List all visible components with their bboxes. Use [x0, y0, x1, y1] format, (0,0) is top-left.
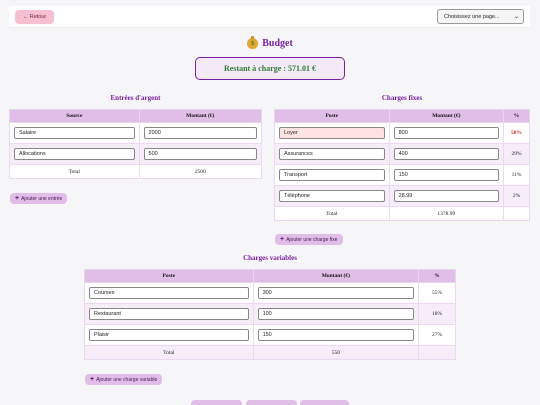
bottom-action-button[interactable]	[300, 400, 349, 405]
entrees-table: Source Montant (€) Salaire 2000 Allocati…	[9, 109, 263, 179]
source-input[interactable]: Salaire	[14, 127, 135, 139]
column-header: %	[418, 269, 456, 283]
table-header-row: Poste Montant (€) %	[84, 269, 456, 283]
bottom-action-button[interactable]	[246, 400, 297, 405]
percent-value: 58%	[503, 122, 530, 144]
plus-icon: +	[90, 376, 95, 383]
column-header: Poste	[84, 269, 254, 283]
add-fixed-charge-button[interactable]: + Ajouter une charge fixe	[275, 234, 343, 245]
table-header-row: Source Montant (€)	[9, 109, 263, 123]
amount-input[interactable]: 2000	[143, 127, 257, 139]
top-bar: ← Retour Choisissez une page... ⌄	[9, 6, 530, 28]
column-header: Source	[9, 109, 140, 123]
source-input[interactable]: Allocations	[14, 148, 135, 160]
add-variable-charge-label: Ajouter une charge variable	[96, 376, 158, 383]
poste-input[interactable]: Loyer	[279, 127, 385, 139]
table-row: Restaurant 100 18%	[84, 303, 456, 325]
percent-value: 27%	[418, 324, 456, 346]
table-row: Salaire 2000	[9, 122, 263, 144]
amount-input[interactable]: 150	[393, 169, 500, 181]
page-title-text: Budget	[262, 38, 293, 49]
table-row: Courses 300 55%	[84, 282, 456, 304]
add-variable-charge-button[interactable]: + Ajouter une charge variable	[85, 374, 163, 385]
total-row: Total 550	[84, 345, 456, 360]
amount-input[interactable]: 400	[393, 148, 500, 160]
section-title-fixes: Charges fixes	[381, 94, 423, 102]
percent-value: 18%	[418, 303, 456, 325]
page-select-value: Choisissez une page...	[444, 13, 500, 20]
fixes-table: Poste Montant (€) % Loyer 800 58% Assura…	[274, 109, 530, 221]
percent-value: 55%	[418, 282, 456, 304]
total-value: 2500	[138, 164, 263, 179]
page-title: $ Budget	[0, 36, 540, 49]
poste-input[interactable]: Restaurant	[89, 308, 249, 320]
table-row: Allocations 500	[9, 143, 263, 165]
amount-input[interactable]: 500	[143, 148, 257, 160]
plus-icon: +	[280, 236, 285, 243]
section-title-entrees: Entrées d'argent	[110, 94, 161, 102]
poste-input[interactable]: Assurances	[279, 148, 385, 160]
total-value: 1378.99	[388, 206, 505, 221]
total-row: Total 1378.99	[274, 206, 530, 221]
add-entry-label: Ajouter une entrée	[21, 195, 63, 202]
poste-input[interactable]: Transport	[279, 169, 385, 181]
remaining-balance: Restant à charge : 571.01 €	[195, 57, 345, 80]
bottom-action-button[interactable]	[191, 400, 242, 405]
poste-input[interactable]: Plaisir	[89, 329, 249, 341]
amount-input[interactable]: 28.99	[393, 190, 500, 202]
total-value: 550	[252, 345, 420, 360]
column-header: %	[503, 109, 530, 123]
back-button[interactable]: ← Retour	[15, 10, 54, 24]
money-bag-icon: $	[247, 36, 259, 49]
table-row: Plaisir 150 27%	[84, 324, 456, 346]
percent-value: 2%	[503, 185, 530, 207]
page-select[interactable]: Choisissez une page... ⌄	[437, 9, 524, 24]
percent-value: 11%	[503, 164, 530, 186]
total-row: Total 2500	[9, 164, 263, 179]
amount-input[interactable]: 300	[257, 287, 415, 299]
add-entry-button[interactable]: + Ajouter une entrée	[10, 193, 68, 204]
amount-input[interactable]: 150	[257, 329, 415, 341]
variables-table: Poste Montant (€) % Courses 300 55% Rest…	[84, 269, 456, 360]
column-header: Montant (€)	[388, 109, 505, 123]
column-header: Montant (€)	[252, 269, 420, 283]
column-header: Poste	[274, 109, 390, 123]
table-row: Téléphone 28.99 2%	[274, 185, 530, 207]
column-header: Montant (€)	[138, 109, 263, 123]
table-row: Assurances 400 29%	[274, 143, 530, 165]
table-header-row: Poste Montant (€) %	[274, 109, 530, 123]
section-title-variables: Charges variables	[243, 254, 297, 262]
add-fixed-charge-label: Ajouter une charge fixe	[286, 236, 338, 243]
amount-input[interactable]: 100	[257, 308, 415, 320]
total-label: Total	[274, 206, 390, 221]
total-label: Total	[84, 345, 254, 360]
plus-icon: +	[15, 195, 20, 202]
table-row: Loyer 800 58%	[274, 122, 530, 144]
poste-input[interactable]: Téléphone	[279, 190, 385, 202]
chevron-down-icon: ⌄	[513, 14, 519, 20]
amount-input[interactable]: 800	[393, 127, 500, 139]
poste-input[interactable]: Courses	[89, 287, 249, 299]
total-label: Total	[9, 164, 140, 179]
table-row: Transport 150 11%	[274, 164, 530, 186]
percent-value: 29%	[503, 143, 530, 165]
